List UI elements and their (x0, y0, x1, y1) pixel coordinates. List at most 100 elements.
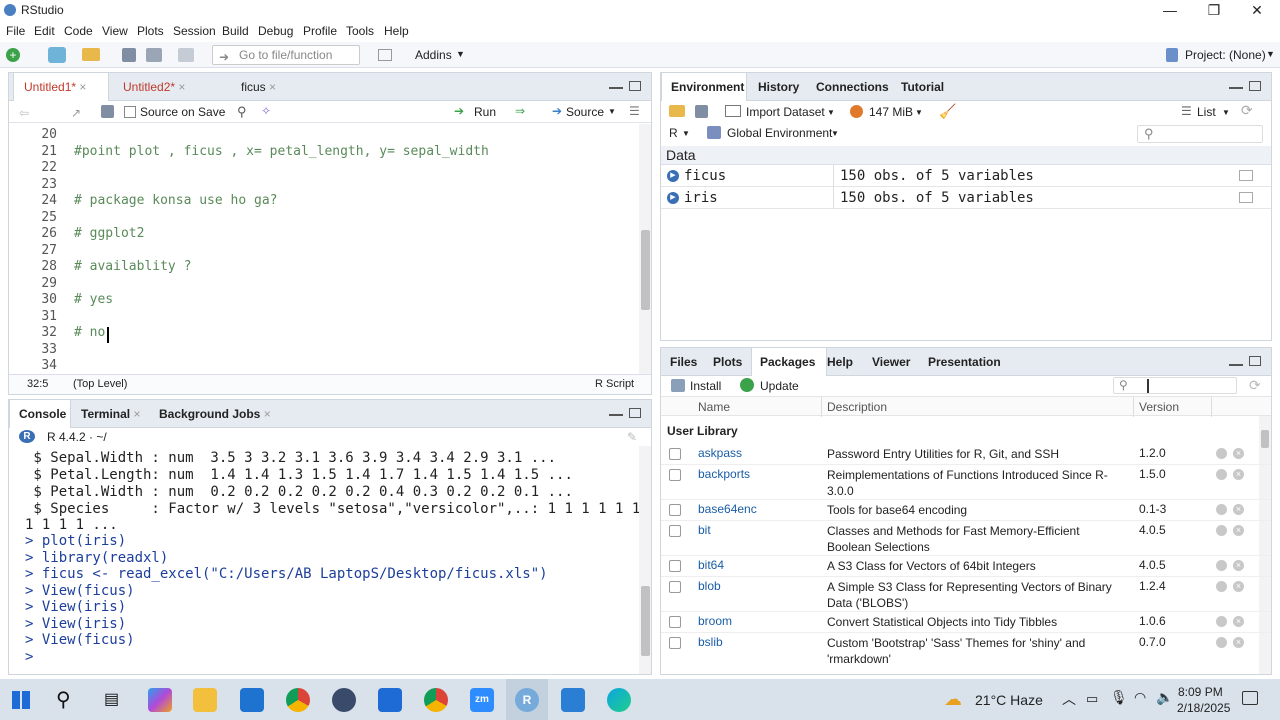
package-row[interactable]: bit Classes and Methods for Fast Memory-… (661, 521, 1271, 556)
minimize-pane-icon[interactable] (1229, 364, 1243, 366)
menu-view[interactable]: View (102, 24, 128, 38)
globe-icon[interactable] (1216, 581, 1227, 592)
show-in-window-icon[interactable]: ↗ (71, 106, 81, 120)
menu-debug[interactable]: Debug (258, 24, 293, 38)
task-view-icon[interactable]: ▤ (104, 689, 119, 709)
package-checkbox[interactable] (669, 581, 681, 593)
scrollbar-thumb[interactable] (641, 586, 650, 656)
column-name[interactable]: Name (698, 400, 730, 414)
new-file-icon[interactable]: + (6, 48, 20, 62)
close-window-button[interactable]: ✕ (1237, 0, 1277, 20)
search-icon[interactable]: ⚲ (56, 687, 71, 712)
env-search-input[interactable]: ⚲ (1137, 125, 1263, 143)
tab-terminal[interactable]: Terminal × (79, 400, 157, 428)
load-workspace-icon[interactable] (669, 105, 685, 117)
console-scrollbar[interactable] (639, 446, 651, 674)
paint-icon[interactable] (561, 688, 585, 712)
table-view-icon[interactable] (1239, 170, 1253, 181)
expand-icon[interactable]: ▶ (667, 192, 679, 204)
source-on-save-checkbox[interactable] (124, 106, 136, 118)
chevron-up-icon[interactable]: ︿ (1062, 689, 1076, 709)
store-icon[interactable] (378, 688, 402, 712)
env-row[interactable]: ▶ iris 150 obs. of 5 variables (661, 187, 1271, 209)
tab-tutorial[interactable]: Tutorial (901, 73, 961, 101)
addins-menu[interactable]: Addins (415, 48, 452, 62)
globe-icon[interactable] (1216, 448, 1227, 459)
mail-icon[interactable] (240, 688, 264, 712)
print-icon[interactable] (178, 48, 194, 62)
package-checkbox[interactable] (669, 469, 681, 481)
clock-time[interactable]: 8:09 PM (1178, 685, 1223, 699)
package-checkbox[interactable] (669, 448, 681, 460)
menu-plots[interactable]: Plots (137, 24, 164, 38)
column-description[interactable]: Description (827, 400, 887, 414)
package-name[interactable]: broom (698, 614, 732, 628)
rstudio-icon[interactable]: R (515, 688, 539, 712)
project-menu[interactable]: Project: (None) (1185, 48, 1266, 62)
scrollbar-thumb[interactable] (641, 230, 650, 310)
remove-package-icon[interactable]: × (1233, 525, 1244, 536)
tab-untitled2[interactable]: Untitled2* × (113, 73, 213, 101)
package-name[interactable]: bslib (698, 635, 723, 649)
install-button[interactable]: Install (690, 379, 721, 393)
run-button[interactable]: Run (474, 105, 496, 119)
tab-environment[interactable]: Environment (661, 73, 747, 101)
menu-code[interactable]: Code (64, 24, 93, 38)
package-name[interactable]: blob (698, 579, 721, 593)
tab-ficus[interactable]: ficus × (219, 73, 289, 101)
package-row[interactable]: bit64 A S3 Class for Vectors of 64bit In… (661, 556, 1271, 577)
package-row[interactable]: base64enc Tools for base64 encoding 0.1-… (661, 500, 1271, 521)
package-checkbox[interactable] (669, 525, 681, 537)
package-name[interactable]: bit64 (698, 558, 724, 572)
refresh-icon[interactable]: ⟳ (1241, 102, 1253, 119)
battery-icon[interactable]: ▭ (1086, 691, 1098, 707)
minimize-button[interactable]: — (1150, 0, 1190, 20)
globe-icon[interactable] (1216, 525, 1227, 536)
tab-files[interactable]: Files (670, 348, 710, 376)
maximize-pane-icon[interactable] (1249, 81, 1261, 91)
tab-untitled1[interactable]: Untitled1* × (13, 73, 109, 101)
globe-icon[interactable] (1216, 637, 1227, 648)
menu-edit[interactable]: Edit (34, 24, 55, 38)
chrome-icon[interactable] (286, 688, 310, 712)
tab-connections[interactable]: Connections (816, 73, 896, 101)
maximize-pane-icon[interactable] (629, 408, 641, 418)
save-workspace-icon[interactable] (695, 105, 708, 118)
file-explorer-icon[interactable] (193, 688, 217, 712)
clear-console-icon[interactable]: ✎ (627, 430, 637, 444)
wifi-icon[interactable]: ◠ (1134, 689, 1146, 706)
remove-package-icon[interactable]: × (1233, 616, 1244, 627)
minimize-pane-icon[interactable] (609, 414, 623, 416)
package-name[interactable]: askpass (698, 446, 742, 460)
globe-icon[interactable] (1216, 560, 1227, 571)
weather-text[interactable]: 21°C Haze (975, 692, 1043, 708)
remove-package-icon[interactable]: × (1233, 637, 1244, 648)
maximize-pane-icon[interactable] (1249, 356, 1261, 366)
windows-start-icon[interactable] (12, 691, 30, 709)
remove-package-icon[interactable]: × (1233, 504, 1244, 515)
maximize-button[interactable]: ❐ (1194, 0, 1234, 20)
globe-icon[interactable] (1216, 616, 1227, 627)
outline-icon[interactable]: ☰ (629, 104, 640, 118)
volume-icon[interactable]: 🔈 (1156, 689, 1173, 706)
tab-viewer[interactable]: Viewer (872, 348, 922, 376)
tab-packages[interactable]: Packages (751, 348, 827, 376)
packages-search-input[interactable]: ⚲ (1113, 377, 1237, 394)
tab-presentation[interactable]: Presentation (928, 348, 1028, 376)
code-area[interactable]: 20 21 #point plot , ficus , x= petal_len… (9, 124, 639, 374)
expand-icon[interactable]: ▶ (667, 170, 679, 182)
package-name[interactable]: backports (698, 467, 750, 481)
tab-plots[interactable]: Plots (713, 348, 753, 376)
package-name[interactable]: bit (698, 523, 711, 537)
new-project-icon[interactable] (48, 47, 66, 63)
column-version[interactable]: Version (1139, 400, 1179, 414)
scope-selector[interactable]: (Top Level) (73, 378, 127, 390)
remove-package-icon[interactable]: × (1233, 469, 1244, 480)
chrome-icon[interactable] (424, 688, 448, 712)
package-row[interactable]: broom Convert Statistical Objects into T… (661, 612, 1271, 633)
globe-icon[interactable] (1216, 504, 1227, 515)
save-all-icon[interactable] (146, 48, 162, 62)
package-row[interactable]: backports Reimplementations of Functions… (661, 465, 1271, 500)
notification-icon[interactable] (1242, 691, 1258, 705)
package-checkbox[interactable] (669, 504, 681, 516)
